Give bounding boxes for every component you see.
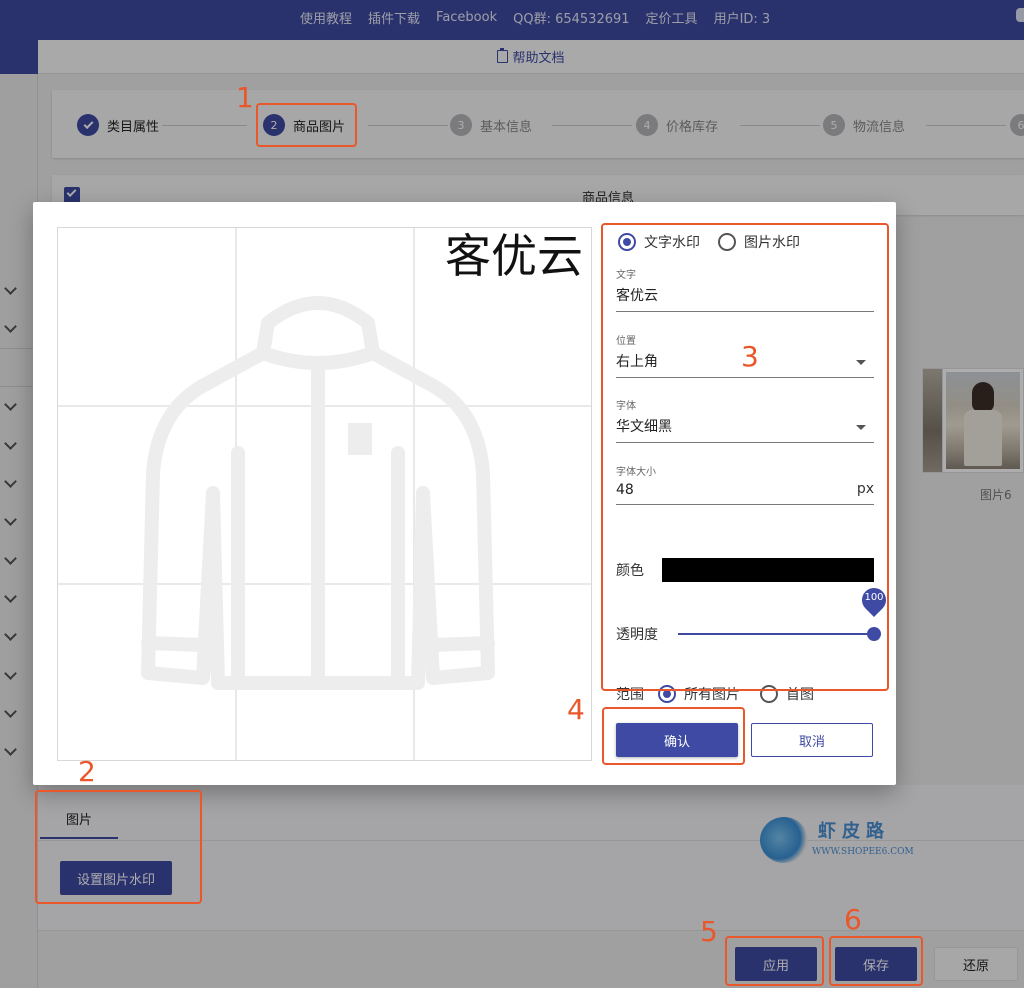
- annotation-box-3: [601, 223, 889, 691]
- annotation-number-4: 4: [567, 693, 585, 726]
- jacket-placeholder-icon: [141, 296, 495, 690]
- annotation-number-6: 6: [844, 903, 862, 936]
- cancel-button[interactable]: 取消: [751, 723, 873, 757]
- annotation-box-6: [829, 936, 923, 986]
- annotation-box-1: [256, 103, 357, 147]
- watermark-preview: 客优云: [57, 227, 592, 761]
- annotation-number-5: 5: [700, 915, 718, 948]
- watermark-preview-text: 客优云: [445, 229, 583, 283]
- annotation-number-1: 1: [236, 81, 254, 114]
- annotation-box-5: [725, 936, 824, 986]
- annotation-box-2: [35, 790, 202, 904]
- annotation-number-2: 2: [78, 755, 96, 788]
- annotation-box-4: [602, 707, 745, 765]
